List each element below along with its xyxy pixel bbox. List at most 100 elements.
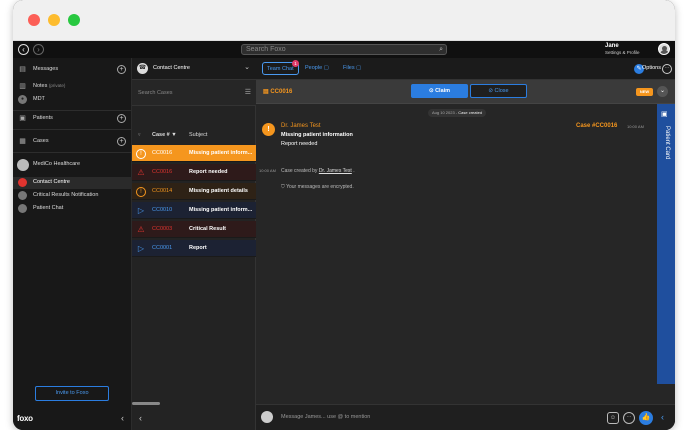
forward-icon[interactable]: › [33, 44, 44, 55]
message-author[interactable]: Dr. James Test [281, 123, 321, 129]
case-detail-panel: Team Chat 1 People ▢ Files ▢ ✎ Options ·… [256, 58, 675, 430]
close-window-button[interactable] [28, 14, 40, 26]
tab-files[interactable]: Files ▢ [339, 62, 365, 75]
contact-centre-icon: ☎ [137, 63, 148, 74]
avatar[interactable] [658, 43, 670, 55]
tab-people[interactable]: People ▢ [301, 62, 333, 75]
divider [13, 152, 132, 153]
case-subject: Report [189, 245, 207, 251]
case-id: CC0010 [152, 207, 173, 213]
sidebar-item-label: Notes (private) [33, 83, 66, 89]
id-card-icon: ▣ [661, 111, 668, 118]
minimize-window-button[interactable] [48, 14, 60, 26]
system-message-time: 10:00 AM [259, 168, 276, 173]
table-row[interactable]: ▷ CC0001 Report [132, 240, 256, 257]
global-search-placeholder: Search Foxo [246, 46, 286, 53]
select-all-icon[interactable]: ▿ [138, 132, 141, 138]
info-icon: ! [136, 187, 146, 197]
case-id: CC0001 [152, 245, 173, 251]
patient-chat-icon [18, 204, 27, 213]
sidebar-item-cases[interactable]: ▦ Cases + [13, 136, 132, 148]
sidebar-item-label: Messages [33, 66, 59, 72]
collapse-sidebar-icon[interactable]: ‹ [121, 413, 124, 423]
maximize-window-button[interactable] [68, 14, 80, 26]
chevron-down-icon[interactable]: ⌄ [244, 63, 250, 71]
sidebar-org[interactable]: MediCo Healthcare [13, 159, 132, 171]
case-subject: Critical Result [189, 226, 226, 232]
sidebar-item-critical-results[interactable]: Critical Results Notification [13, 190, 132, 202]
case-id: CC0003 [152, 226, 173, 232]
case-search-input[interactable]: Search Cases ☰ [132, 80, 256, 106]
app-header: ‹ › Search Foxo ⌕ Jane Settings & Profil… [13, 41, 675, 58]
table-row[interactable]: ⚠ CC0003 Critical Result [132, 221, 256, 238]
system-message: Case created by Dr. James Test . [281, 168, 355, 174]
sidebar-item-label: Contact Centre [33, 179, 70, 185]
sidebar-item-contact-centre[interactable]: Contact Centre [13, 177, 132, 189]
message-case-ref[interactable]: Case #CC0016 [576, 123, 617, 129]
sidebar-item-mdt[interactable]: ● MDT [13, 94, 132, 106]
message-input[interactable]: Message James... use @ to mention [281, 414, 370, 420]
patient-card-label: Patient Card [664, 126, 670, 160]
more-icon[interactable]: ··· [662, 64, 672, 74]
claim-button[interactable]: ⊙ Claim [411, 84, 468, 98]
table-row[interactable]: ⚠ CC0016 Report needed [132, 164, 256, 181]
sidebar-item-label: Critical Results Notification [33, 192, 99, 198]
contact-centre-icon [18, 178, 27, 187]
user-name[interactable]: Jane [605, 43, 653, 49]
collapse-list-icon[interactable]: ‹ [139, 413, 142, 423]
people-icon: ▢ [323, 65, 329, 71]
warning-icon: ⚠ [137, 225, 145, 234]
options-button[interactable]: Options [642, 65, 661, 71]
sidebar-item-label: Cases [33, 138, 49, 144]
case-table-header: ▿ Case # ▼ Subject [132, 130, 256, 142]
table-row[interactable]: ! CC0016 Missing patient inform... [132, 145, 256, 162]
group-icon: ● [18, 95, 27, 104]
files-icon: ▢ [356, 65, 362, 71]
add-patient-icon[interactable]: + [117, 114, 126, 123]
sidebar: ▤ Messages + ▥ Notes (private) ● MDT ▣ P… [13, 58, 132, 430]
critical-results-icon [18, 191, 27, 200]
sidebar-item-patient-chat[interactable]: Patient Chat [13, 203, 132, 215]
global-search-input[interactable]: Search Foxo ⌕ [241, 44, 447, 55]
clipboard-icon: ▦ [19, 138, 26, 145]
case-id: CC0016 [152, 150, 173, 156]
add-message-icon[interactable]: + [117, 65, 126, 74]
message-time: 10:00 AM [627, 124, 644, 129]
collapse-panel-icon[interactable]: ‹ [661, 412, 664, 422]
status-badge: NEW [636, 88, 653, 96]
patient-card-tab[interactable]: ▣ Patient Card [657, 104, 675, 384]
more-icon[interactable]: ··· [623, 412, 635, 424]
case-id-label: ▤ CC0016 [263, 89, 293, 95]
avatar [261, 411, 273, 423]
date-separator: Aug 10 2023 - Case created [428, 109, 487, 117]
user-link[interactable]: Dr. James Test [319, 168, 352, 174]
app-window: ‹ › Search Foxo ⌕ Jane Settings & Profil… [13, 0, 675, 430]
foxo-logo: foxo [17, 414, 33, 423]
add-case-icon[interactable]: + [117, 137, 126, 146]
chat-icon: ▤ [19, 66, 26, 73]
user-settings-link[interactable]: Settings & Profile [605, 50, 653, 55]
horizontal-scrollbar[interactable] [132, 402, 160, 405]
sidebar-item-patients[interactable]: ▣ Patients + [13, 113, 132, 125]
unread-badge: 1 [292, 60, 299, 67]
emoji-icon[interactable]: ☺ [607, 412, 619, 424]
case-subject: Missing patient inform... [189, 207, 253, 213]
sidebar-org-label: MediCo Healthcare [33, 161, 81, 167]
sidebar-item-messages[interactable]: ▤ Messages + [13, 64, 132, 76]
filter-icon[interactable]: ☰ [245, 88, 251, 96]
close-case-button[interactable]: ⊘ Close [470, 84, 527, 98]
case-action-bar: ▤ CC0016 ⊙ Claim ⊘ Close NEW ⌄ [256, 80, 675, 104]
divider [13, 129, 132, 130]
column-subject[interactable]: Subject [189, 132, 207, 138]
chevron-down-icon[interactable]: ⌄ [657, 86, 668, 97]
column-case-number[interactable]: Case # ▼ [152, 132, 177, 138]
invite-button[interactable]: Invite to Foxo [35, 386, 109, 401]
table-row[interactable]: ! CC0014 Missing patient details [132, 183, 256, 200]
sidebar-item-notes[interactable]: ▥ Notes (private) [13, 81, 132, 93]
table-row[interactable]: ▷ CC0010 Missing patient inform... [132, 202, 256, 219]
back-icon[interactable]: ‹ [18, 44, 29, 55]
thumbs-up-icon[interactable]: 👍 [639, 411, 653, 425]
patient-card-icon: ▣ [19, 115, 26, 122]
tab-team-chat[interactable]: Team Chat 1 [262, 60, 299, 75]
channel-selector[interactable]: ☎ Contact Centre ⌄ [132, 58, 256, 80]
